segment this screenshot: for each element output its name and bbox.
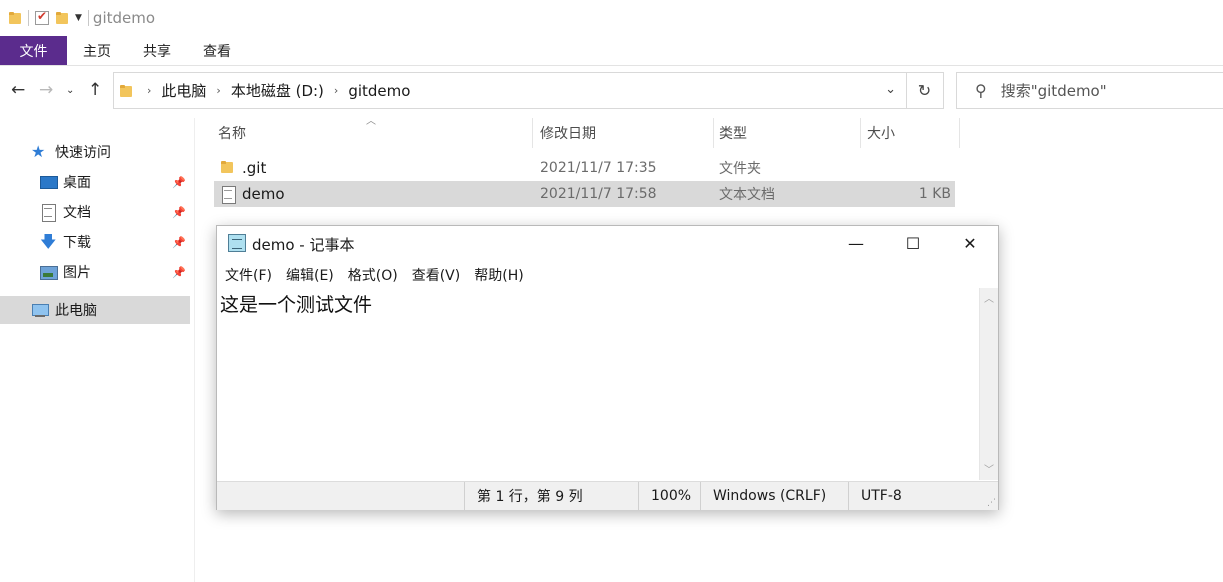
menu-format[interactable]: 格式(O): [348, 265, 398, 285]
status-cursor-position: 第 1 行，第 9 列: [464, 482, 638, 510]
pin-icon[interactable]: 📌: [172, 236, 186, 249]
notepad-status-bar: 第 1 行，第 9 列 100% Windows (CRLF) UTF-8 ⋰: [217, 481, 998, 510]
navigation-pane: 快速访问 桌面 📌 文档 📌 下载 📌 图片 📌 此电脑: [0, 118, 195, 582]
toolbar-divider: [87, 10, 89, 26]
file-date: 2021/11/7 17:35: [540, 160, 657, 176]
forward-icon[interactable]: →: [39, 80, 53, 100]
sidebar-item-label: 图片: [63, 265, 91, 281]
new-folder-icon[interactable]: [55, 11, 69, 25]
toolbar-divider: [28, 10, 29, 26]
column-header-date[interactable]: 修改日期: [536, 118, 714, 148]
breadcrumb-this-pc[interactable]: 此电脑: [161, 80, 206, 101]
close-button[interactable]: ✕: [941, 226, 999, 261]
notepad-menubar: 文件(F) 编辑(E) 格式(O) 查看(V) 帮助(H): [217, 263, 530, 287]
maximize-button[interactable]: ☐: [884, 226, 942, 261]
file-name: demo: [242, 185, 285, 203]
back-icon[interactable]: ←: [11, 80, 25, 100]
sidebar-item-downloads[interactable]: 下载 📌: [0, 228, 190, 258]
desktop-icon: [39, 174, 58, 190]
file-type: 文件夹: [719, 161, 761, 177]
search-input[interactable]: ⚲ 搜索"gitdemo": [956, 72, 1223, 109]
breadcrumb-local-disk[interactable]: 本地磁盘 (D:): [231, 80, 324, 101]
tab-share[interactable]: 共享: [127, 36, 187, 65]
menu-help[interactable]: 帮助(H): [474, 265, 523, 285]
tab-file[interactable]: 文件: [0, 36, 67, 65]
sidebar-item-this-pc[interactable]: 此电脑: [0, 296, 190, 324]
column-header-name[interactable]: 名称: [214, 118, 533, 148]
chevron-right-icon[interactable]: ›: [334, 84, 338, 97]
chevron-right-icon[interactable]: ›: [216, 84, 220, 97]
folder-icon: [119, 84, 133, 98]
recent-locations-icon[interactable]: ⌄: [66, 85, 74, 96]
this-pc-icon: [31, 302, 49, 318]
sidebar-item-label: 文档: [63, 205, 91, 221]
title-bar: ▼ gitdemo: [0, 0, 1223, 36]
search-icon: ⚲: [975, 81, 987, 100]
sidebar-item-pictures[interactable]: 图片 📌: [0, 258, 190, 286]
minimize-icon: —: [848, 234, 864, 253]
folder-icon: [220, 160, 236, 176]
properties-icon[interactable]: [35, 9, 49, 25]
column-header-size[interactable]: 大小: [863, 118, 960, 148]
star-icon: [31, 142, 49, 161]
notepad-icon: [228, 234, 246, 252]
text-file-icon: [220, 186, 236, 204]
ribbon-tabs: 文件 主页 共享 查看: [0, 36, 1223, 66]
notepad-window: demo - 记事本 — ☐ ✕ 文件(F) 编辑(E) 格式(O) 查看(V)…: [216, 225, 999, 510]
explorer-window: ▼ gitdemo 文件 主页 共享 查看 ← → ⌄ ↑ › 此电脑 › 本地…: [0, 0, 1223, 582]
file-name: .git: [242, 159, 267, 177]
sidebar-item-label: 桌面: [63, 175, 91, 191]
sidebar-item-quick-access[interactable]: 快速访问: [0, 138, 190, 166]
file-size: 1 KB: [918, 186, 951, 202]
notepad-title-bar[interactable]: demo - 记事本 — ☐ ✕: [217, 226, 998, 261]
address-bar[interactable]: › 此电脑 › 本地磁盘 (D:) › gitdemo ⌄: [113, 72, 907, 109]
pin-icon[interactable]: 📌: [172, 206, 186, 219]
quick-access-toolbar: ▼: [0, 9, 89, 26]
close-icon: ✕: [963, 234, 977, 253]
notepad-title: demo - 记事本: [252, 236, 355, 254]
search-placeholder: 搜索"gitdemo": [1000, 82, 1107, 100]
window-title: gitdemo: [92, 9, 156, 27]
pictures-icon: [39, 264, 58, 280]
sidebar-item-label: 此电脑: [55, 303, 97, 319]
sidebar-item-label: 下载: [63, 235, 91, 251]
resize-grip-icon[interactable]: ⋰: [987, 498, 996, 508]
up-icon[interactable]: ↑: [88, 80, 102, 100]
status-encoding: UTF-8: [848, 482, 988, 510]
column-header-type[interactable]: 类型: [715, 118, 861, 148]
file-date: 2021/11/7 17:58: [540, 186, 657, 202]
breadcrumb-gitdemo[interactable]: gitdemo: [348, 82, 410, 100]
customize-toolbar-icon[interactable]: ▼: [75, 13, 82, 23]
notepad-text-area[interactable]: 这是一个测试文件: [217, 288, 979, 480]
chevron-right-icon[interactable]: ›: [147, 84, 151, 97]
file-type: 文本文档: [719, 187, 775, 203]
scroll-up-icon[interactable]: ︿: [984, 290, 994, 305]
documents-icon: [39, 204, 57, 222]
download-icon: [39, 231, 57, 258]
sidebar-item-label: 快速访问: [55, 145, 111, 161]
address-row: ← → ⌄ ↑ › 此电脑 › 本地磁盘 (D:) › gitdemo ⌄ ↻ …: [0, 72, 1223, 110]
menu-view[interactable]: 查看(V): [412, 265, 461, 285]
menu-file[interactable]: 文件(F): [225, 265, 272, 285]
status-line-ending: Windows (CRLF): [700, 482, 848, 510]
sidebar-item-desktop[interactable]: 桌面 📌: [0, 168, 190, 196]
minimize-button[interactable]: —: [827, 226, 885, 261]
menu-edit[interactable]: 编辑(E): [286, 265, 334, 285]
pin-icon[interactable]: 📌: [172, 176, 186, 189]
folder-icon: [8, 11, 22, 25]
file-row-demo[interactable]: demo 2021/11/7 17:58 文本文档 1 KB: [214, 181, 955, 207]
chevron-down-icon[interactable]: ⌄: [885, 82, 896, 97]
file-row-git[interactable]: .git 2021/11/7 17:35 文件夹: [214, 155, 955, 181]
refresh-icon: ↻: [917, 81, 932, 100]
scroll-down-icon[interactable]: ﹀: [984, 461, 994, 476]
vertical-scrollbar[interactable]: ︿ ﹀: [979, 288, 998, 480]
maximize-icon: ☐: [905, 234, 921, 253]
pin-icon[interactable]: 📌: [172, 266, 186, 279]
sidebar-item-documents[interactable]: 文档 📌: [0, 198, 190, 226]
status-zoom: 100%: [638, 482, 700, 510]
notepad-content: 这是一个测试文件: [220, 294, 373, 316]
tab-home[interactable]: 主页: [67, 36, 127, 65]
refresh-button[interactable]: ↻: [906, 72, 944, 109]
tab-view[interactable]: 查看: [187, 36, 247, 65]
